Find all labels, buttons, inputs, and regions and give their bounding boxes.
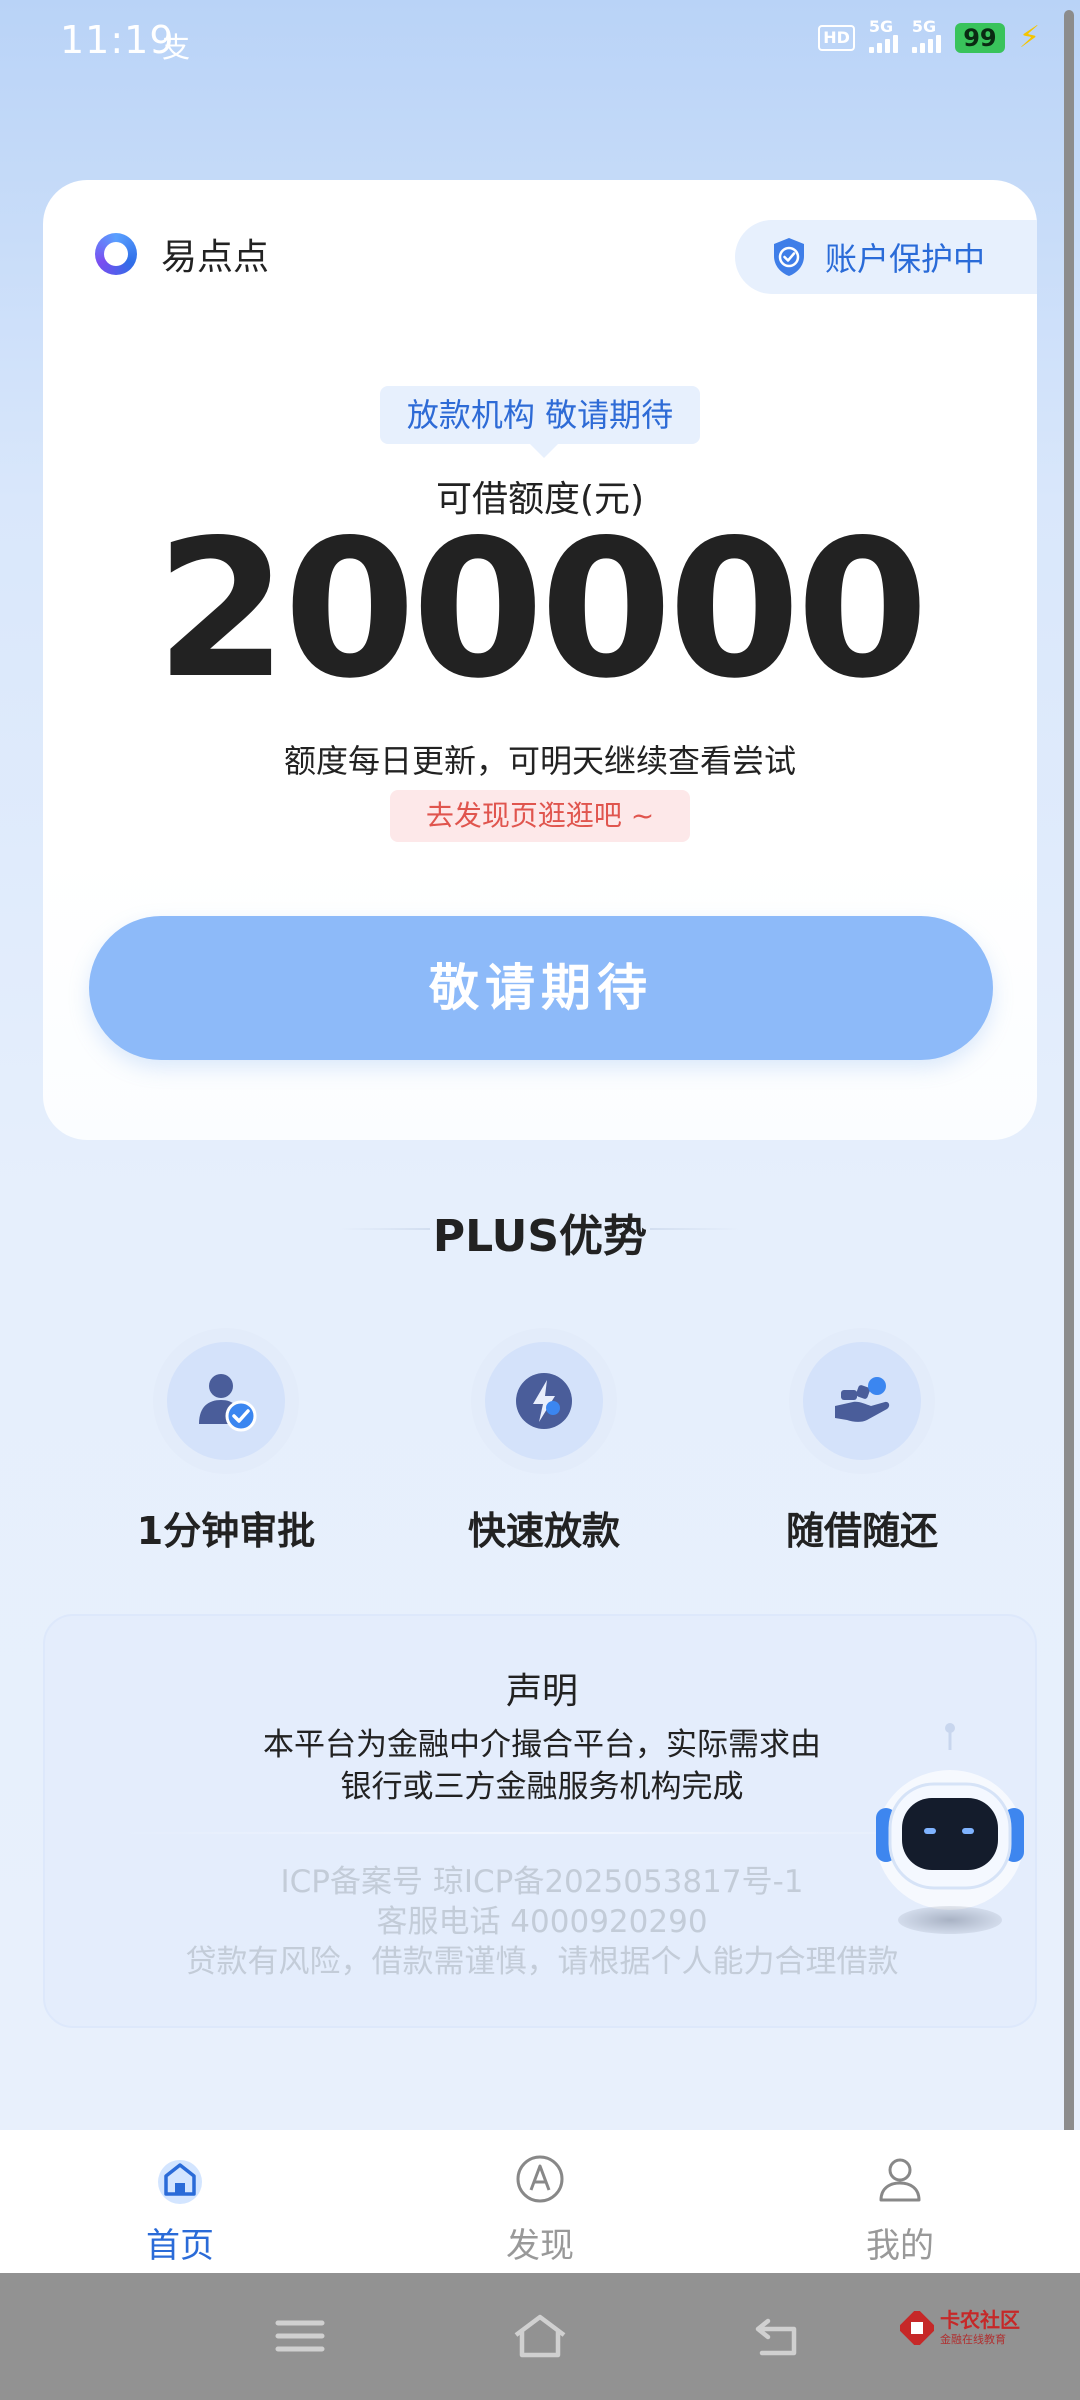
signal-icon-2: 5G xyxy=(911,17,941,53)
home-button-icon[interactable] xyxy=(510,2311,570,2361)
home-icon xyxy=(158,2160,202,2204)
feature-fast-loan: 快速放款 xyxy=(424,1328,664,1555)
feature-flexible-repay: 随借随还 xyxy=(742,1328,982,1555)
watermark-logo-icon xyxy=(900,2311,934,2345)
menu-icon[interactable] xyxy=(270,2311,330,2361)
nav-label: 发现 xyxy=(506,2226,574,2266)
hand-coin-icon xyxy=(835,1377,890,1422)
lightning-icon xyxy=(516,1373,572,1429)
brand: 易点点 xyxy=(95,228,269,280)
user-icon xyxy=(879,2158,921,2202)
borrow-button[interactable]: 敬请期待 xyxy=(89,916,993,1060)
update-note: 额度每日更新，可明天继续查看尝试 xyxy=(283,742,796,780)
robot-assistant-icon[interactable] xyxy=(868,1720,1028,1920)
declaration-divider xyxy=(115,1832,969,1834)
feature-label: 随借随还 xyxy=(785,1509,938,1553)
protect-text: 账户保护中 xyxy=(825,240,986,278)
credit-amount: 200000 xyxy=(155,499,928,720)
account-protection-badge[interactable]: 账户保护中 xyxy=(735,220,1037,294)
shield-check-icon xyxy=(774,238,804,276)
status-time: 11:19 xyxy=(60,18,175,62)
hd-icon: HD xyxy=(818,24,855,51)
credit-card-panel: 易点点 账户保护中 放款机构 敬请期待 可借额度(元) 200000 额度每日更… xyxy=(43,180,1037,1140)
scrollbar[interactable] xyxy=(1064,10,1074,2180)
watermark: 卡农社区 金融在线教育 xyxy=(900,2309,1020,2347)
signal-icon-1: 5G xyxy=(868,17,898,53)
status-icons: HD 5G 5G 99 ⚡ xyxy=(818,17,1040,55)
alipay-icon: 支 xyxy=(162,31,191,64)
compass-icon xyxy=(516,2155,564,2203)
feature-label: 快速放款 xyxy=(467,1509,620,1553)
feature-approval: 1分钟审批 xyxy=(106,1328,346,1555)
declaration-title: 声明 xyxy=(505,1671,578,1712)
watermark-title: 卡农社区 xyxy=(940,2308,1020,2332)
bottom-nav: 首页 发现 我的 xyxy=(0,2130,1080,2273)
nav-label: 我的 xyxy=(866,2226,934,2266)
robot-shadow xyxy=(898,1906,1002,1934)
system-nav-bar: 卡农社区 金融在线教育 xyxy=(0,2273,1080,2400)
discover-link[interactable]: 去发现页逛逛吧 ~ xyxy=(390,790,690,842)
nav-home[interactable]: 首页 xyxy=(100,2152,260,2267)
nav-mine[interactable]: 我的 xyxy=(820,2152,980,2267)
nav-discover[interactable]: 发现 xyxy=(460,2152,620,2267)
brand-logo-icon xyxy=(95,233,137,275)
battery-icon: 99 xyxy=(954,22,1005,53)
risk-warning: 贷款有风险，借款需谨慎，请根据个人能力合理借款 xyxy=(185,1944,899,1980)
feature-label: 1分钟审批 xyxy=(136,1509,316,1553)
back-icon[interactable] xyxy=(750,2311,810,2361)
user-check-icon xyxy=(199,1374,257,1432)
plus-title: PLUS优势 xyxy=(432,1211,648,1262)
status-bar: 11:19 支 HD 5G 5G 99 ⚡ xyxy=(0,0,1080,80)
brand-name: 易点点 xyxy=(161,237,270,278)
lender-tip: 放款机构 敬请期待 xyxy=(380,386,700,458)
plus-divider-right xyxy=(650,1228,740,1230)
charging-icon: ⚡ xyxy=(1018,20,1040,55)
watermark-sub: 金融在线教育 xyxy=(940,2333,1006,2346)
nav-label: 首页 xyxy=(146,2226,214,2266)
